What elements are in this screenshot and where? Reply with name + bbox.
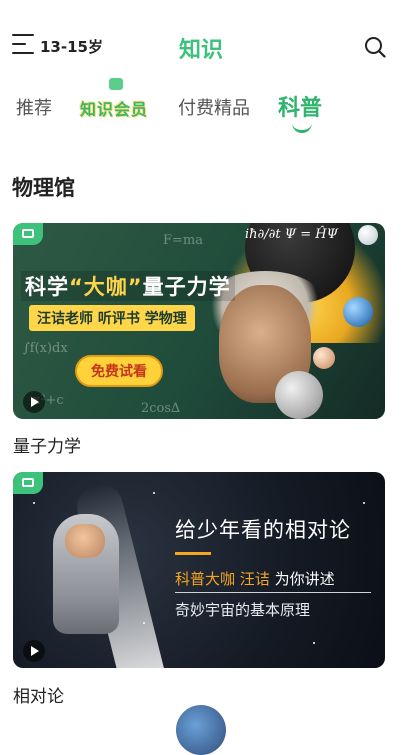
tab-recommend[interactable]: 推荐 <box>16 94 52 120</box>
floating-avatar[interactable] <box>176 705 226 755</box>
planet-image <box>313 347 335 369</box>
free-trial-button[interactable]: 免费试看 <box>75 355 163 387</box>
tab-science[interactable]: 科普 <box>278 90 322 122</box>
chalk-decoration: 2cos∆ <box>141 401 181 416</box>
banner-headline: 给少年看的相对论 <box>175 518 351 542</box>
play-icon[interactable] <box>23 391 45 413</box>
banner-line-2: 奇妙宇宙的基本原理 <box>175 601 311 619</box>
astronaut-face <box>65 524 105 558</box>
chalk-decoration: F=ma <box>163 233 203 248</box>
planet-image <box>343 297 373 327</box>
formula-text: iħ∂/∂t Ψ = ĤΨ <box>245 227 339 242</box>
heart-icon <box>109 78 123 90</box>
banner-line-1: 科普大咖 汪诘 为你讲述 <box>175 570 335 588</box>
banner-headline: 科学“大咖”量子力学 <box>21 271 235 301</box>
top-bar: 13-15岁 知识 <box>0 0 402 90</box>
divider <box>175 592 371 593</box>
category-tabs: 推荐 知识会员 付费精品 科普 <box>0 78 402 133</box>
section-title: 物理馆 <box>12 176 75 200</box>
course-card-relativity[interactable]: 给少年看的相对论 科普大咖 汪诘 为你讲述 奇妙宇宙的基本原理 <box>13 472 385 668</box>
play-icon[interactable] <box>23 640 45 662</box>
card-caption[interactable]: 量子力学 <box>13 432 81 457</box>
page-title: 知识 <box>178 38 223 63</box>
banner-subtitle: 汪诘老师 听评书 学物理 <box>29 305 195 331</box>
tab-member-label: 知识会员 <box>80 100 149 119</box>
active-tab-indicator <box>292 122 312 133</box>
course-card-quantum[interactable]: F=ma ∫f(x)dx x²+c 2cos∆ iħ∂/∂t Ψ = ĤΨ 科学… <box>13 223 385 419</box>
moon-image <box>275 371 323 419</box>
tab-premium[interactable]: 付费精品 <box>178 94 250 120</box>
card-caption[interactable]: 相对论 <box>13 682 64 707</box>
accent-bar <box>175 552 211 555</box>
tab-member[interactable]: 知识会员 <box>80 78 152 124</box>
tv-icon <box>13 472 43 494</box>
search-icon[interactable] <box>364 36 386 58</box>
chalk-decoration: ∫f(x)dx <box>23 341 68 356</box>
moon-image <box>358 225 378 245</box>
tv-icon <box>13 223 43 245</box>
